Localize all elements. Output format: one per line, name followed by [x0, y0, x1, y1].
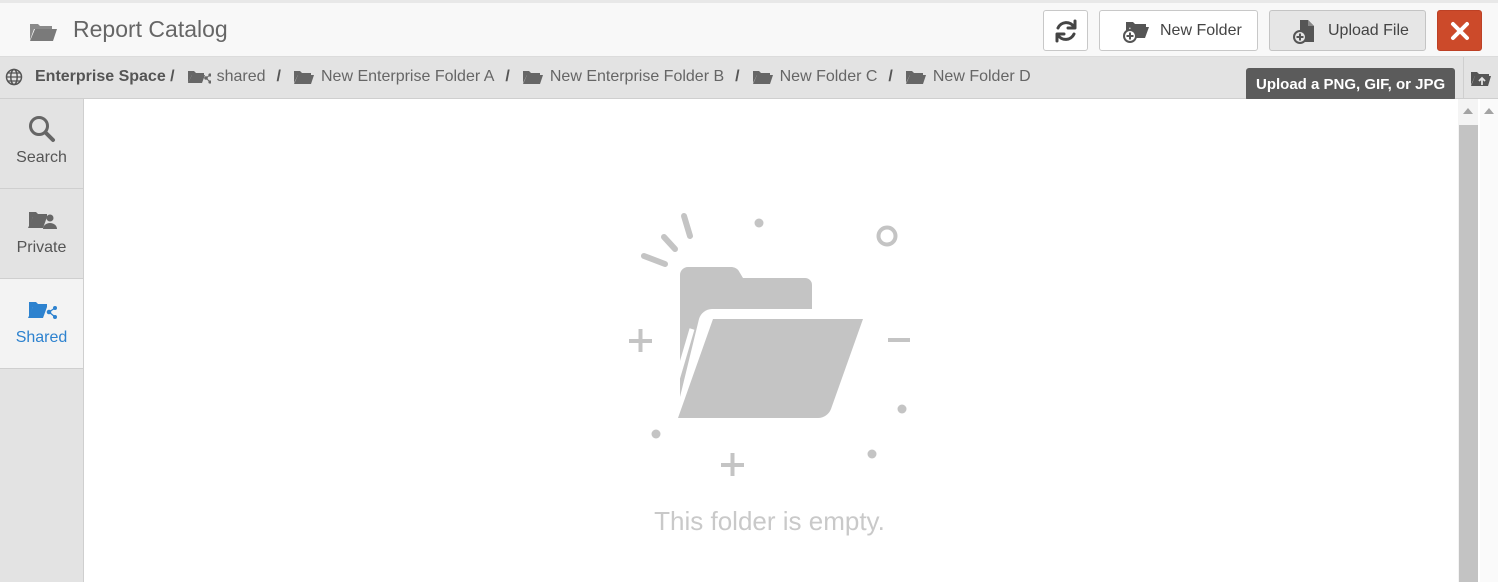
shared-folder-icon [27, 302, 57, 319]
scroll-up-arrow[interactable] [1463, 108, 1473, 114]
folder-open-icon [294, 71, 314, 84]
breadcrumb-item-label: shared [216, 68, 266, 85]
breadcrumb-separator: / [505, 68, 510, 85]
breadcrumb-item-folder-c[interactable]: New Folder C [752, 68, 878, 86]
breadcrumb-item-folder-b[interactable]: New Enterprise Folder B [522, 68, 724, 86]
breadcrumb-item-folder-d[interactable]: New Folder D [905, 68, 1031, 86]
breadcrumb-root-label: Enterprise Space / [35, 68, 175, 85]
file-plus-icon [1293, 19, 1314, 44]
private-folder-icon [27, 212, 57, 229]
globe-icon [5, 68, 23, 86]
sidebar-item-search[interactable]: Search [0, 99, 83, 189]
breadcrumb-item-label: New Folder D [932, 68, 1031, 85]
folder-plus-icon [1123, 21, 1149, 43]
file-list-area: This folder is empty. [84, 99, 1458, 582]
folder-open-icon [905, 71, 926, 84]
sidebar-item-shared[interactable]: Shared [0, 279, 83, 369]
breadcrumb-root[interactable]: Enterprise Space / [5, 68, 175, 86]
shared-folder-icon [187, 71, 211, 84]
scroll-up-arrow[interactable] [1484, 108, 1494, 114]
report-catalog-app: Report Catalog New Folder Upload File En… [0, 0, 1498, 582]
new-folder-label: New Folder [1160, 21, 1242, 39]
folder-open-icon [30, 24, 57, 41]
page-title: Report Catalog [73, 16, 228, 42]
sidebar-item-label: Shared [15, 329, 68, 346]
folder-up-icon [1471, 71, 1491, 86]
outer-scrollbar[interactable] [1480, 99, 1498, 582]
breadcrumb-item-shared[interactable]: shared [187, 68, 266, 86]
header-bar: Report Catalog New Folder Upload File [0, 0, 1498, 57]
sidebar-item-label: Search [16, 149, 67, 166]
new-folder-button[interactable]: New Folder [1099, 10, 1258, 51]
upload-file-button[interactable]: Upload File [1269, 10, 1426, 51]
breadcrumb-item-label: New Enterprise Folder B [549, 68, 725, 85]
folder-up-button[interactable] [1463, 57, 1498, 98]
folder-open-icon [522, 71, 543, 84]
refresh-button[interactable] [1043, 10, 1088, 51]
sidebar-item-label: Private [16, 239, 67, 256]
empty-folder-message: This folder is empty. [654, 506, 885, 536]
upload-tooltip: Upload a PNG, GIF, or JPG [1246, 68, 1456, 101]
search-icon [28, 116, 55, 142]
close-icon [1450, 21, 1469, 40]
breadcrumb-separator: / [735, 68, 740, 85]
folder-open-icon [752, 71, 773, 84]
sidebar-item-private[interactable]: Private [0, 189, 83, 279]
upload-file-label: Upload File [1328, 21, 1409, 39]
breadcrumb-separator: / [888, 68, 893, 85]
sidebar: Search Private Shared [0, 99, 84, 582]
scrollbar-thumb[interactable] [1459, 125, 1478, 582]
breadcrumb-item-folder-a[interactable]: New Enterprise Folder A [293, 68, 494, 86]
refresh-icon [1055, 19, 1076, 42]
breadcrumb-separator: / [276, 68, 281, 85]
scrollbar[interactable] [1458, 99, 1478, 582]
close-button[interactable] [1437, 10, 1482, 51]
breadcrumb-item-label: New Enterprise Folder A [321, 68, 495, 85]
empty-folder-illustration [629, 213, 910, 476]
breadcrumb-item-label: New Folder C [779, 68, 878, 85]
